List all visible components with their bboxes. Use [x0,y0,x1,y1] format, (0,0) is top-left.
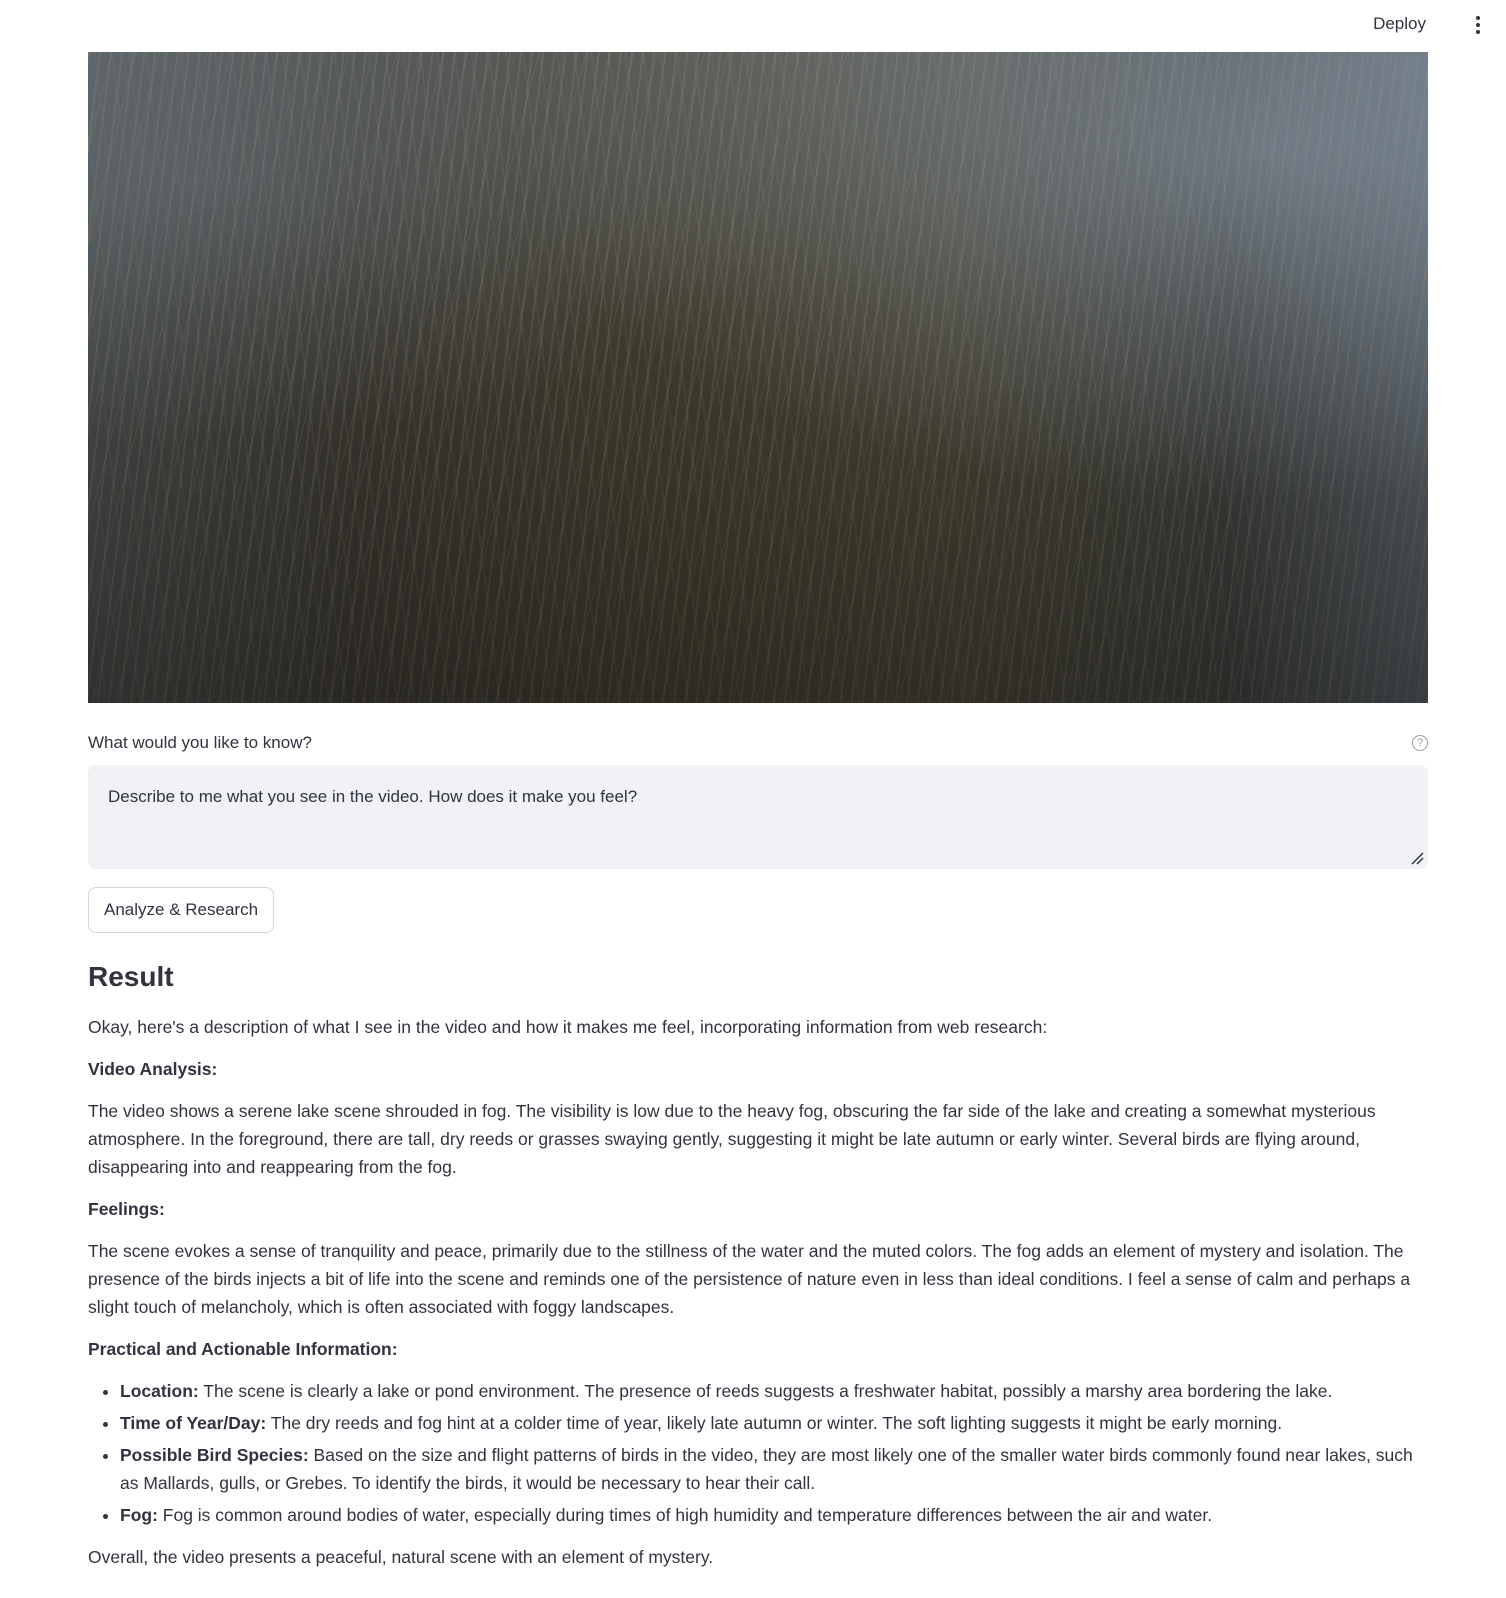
list-item-text: Fog is common around bodies of water, es… [157,1505,1213,1525]
main-content: What would you like to know? ? Describe … [88,52,1428,1571]
list-item: Possible Bird Species: Based on the size… [120,1441,1428,1497]
video-analysis-heading: Video Analysis: [88,1059,218,1079]
practical-heading: Practical and Actionable Information: [88,1339,398,1359]
top-bar: Deploy [0,0,1506,50]
practical-list: Location: The scene is clearly a lake or… [88,1377,1428,1529]
question-textarea[interactable]: Describe to me what you see in the video… [88,765,1428,869]
question-label-row: What would you like to know? ? [88,731,1428,755]
list-item-label: Possible Bird Species: [120,1445,309,1465]
list-item-text: The scene is clearly a lake or pond envi… [198,1381,1333,1401]
question-circle-icon[interactable]: ? [1412,735,1428,751]
result-conclusion: Overall, the video presents a peaceful, … [88,1547,714,1567]
result-heading: Result [88,961,174,992]
feelings-heading: Feelings: [88,1199,165,1219]
list-item-text: Based on the size and flight patterns of… [120,1445,1413,1493]
list-item-label: Fog: [120,1505,158,1525]
deploy-button[interactable]: Deploy [1369,12,1430,36]
resize-handle-icon[interactable] [1410,851,1424,865]
list-item: Time of Year/Day: The dry reeds and fog … [120,1409,1428,1437]
video-analysis-text: The video shows a serene lake scene shro… [88,1101,1376,1177]
list-item-label: Location: [120,1381,199,1401]
result-intro: Okay, here's a description of what I see… [88,1017,1048,1037]
list-item: Fog: Fog is common around bodies of wate… [120,1501,1428,1529]
list-item-label: Time of Year/Day: [120,1413,267,1433]
video-frame [88,52,1428,703]
question-textarea-wrap: Describe to me what you see in the video… [88,765,1428,869]
more-vertical-icon[interactable] [1468,14,1488,36]
list-item-text: The dry reeds and fog hint at a colder t… [266,1413,1283,1433]
analyze-research-button[interactable]: Analyze & Research [88,887,275,933]
feelings-text: The scene evokes a sense of tranquility … [88,1241,1411,1317]
question-label: What would you like to know? [88,733,312,752]
video-player[interactable] [88,52,1428,703]
list-item: Location: The scene is clearly a lake or… [120,1377,1428,1405]
